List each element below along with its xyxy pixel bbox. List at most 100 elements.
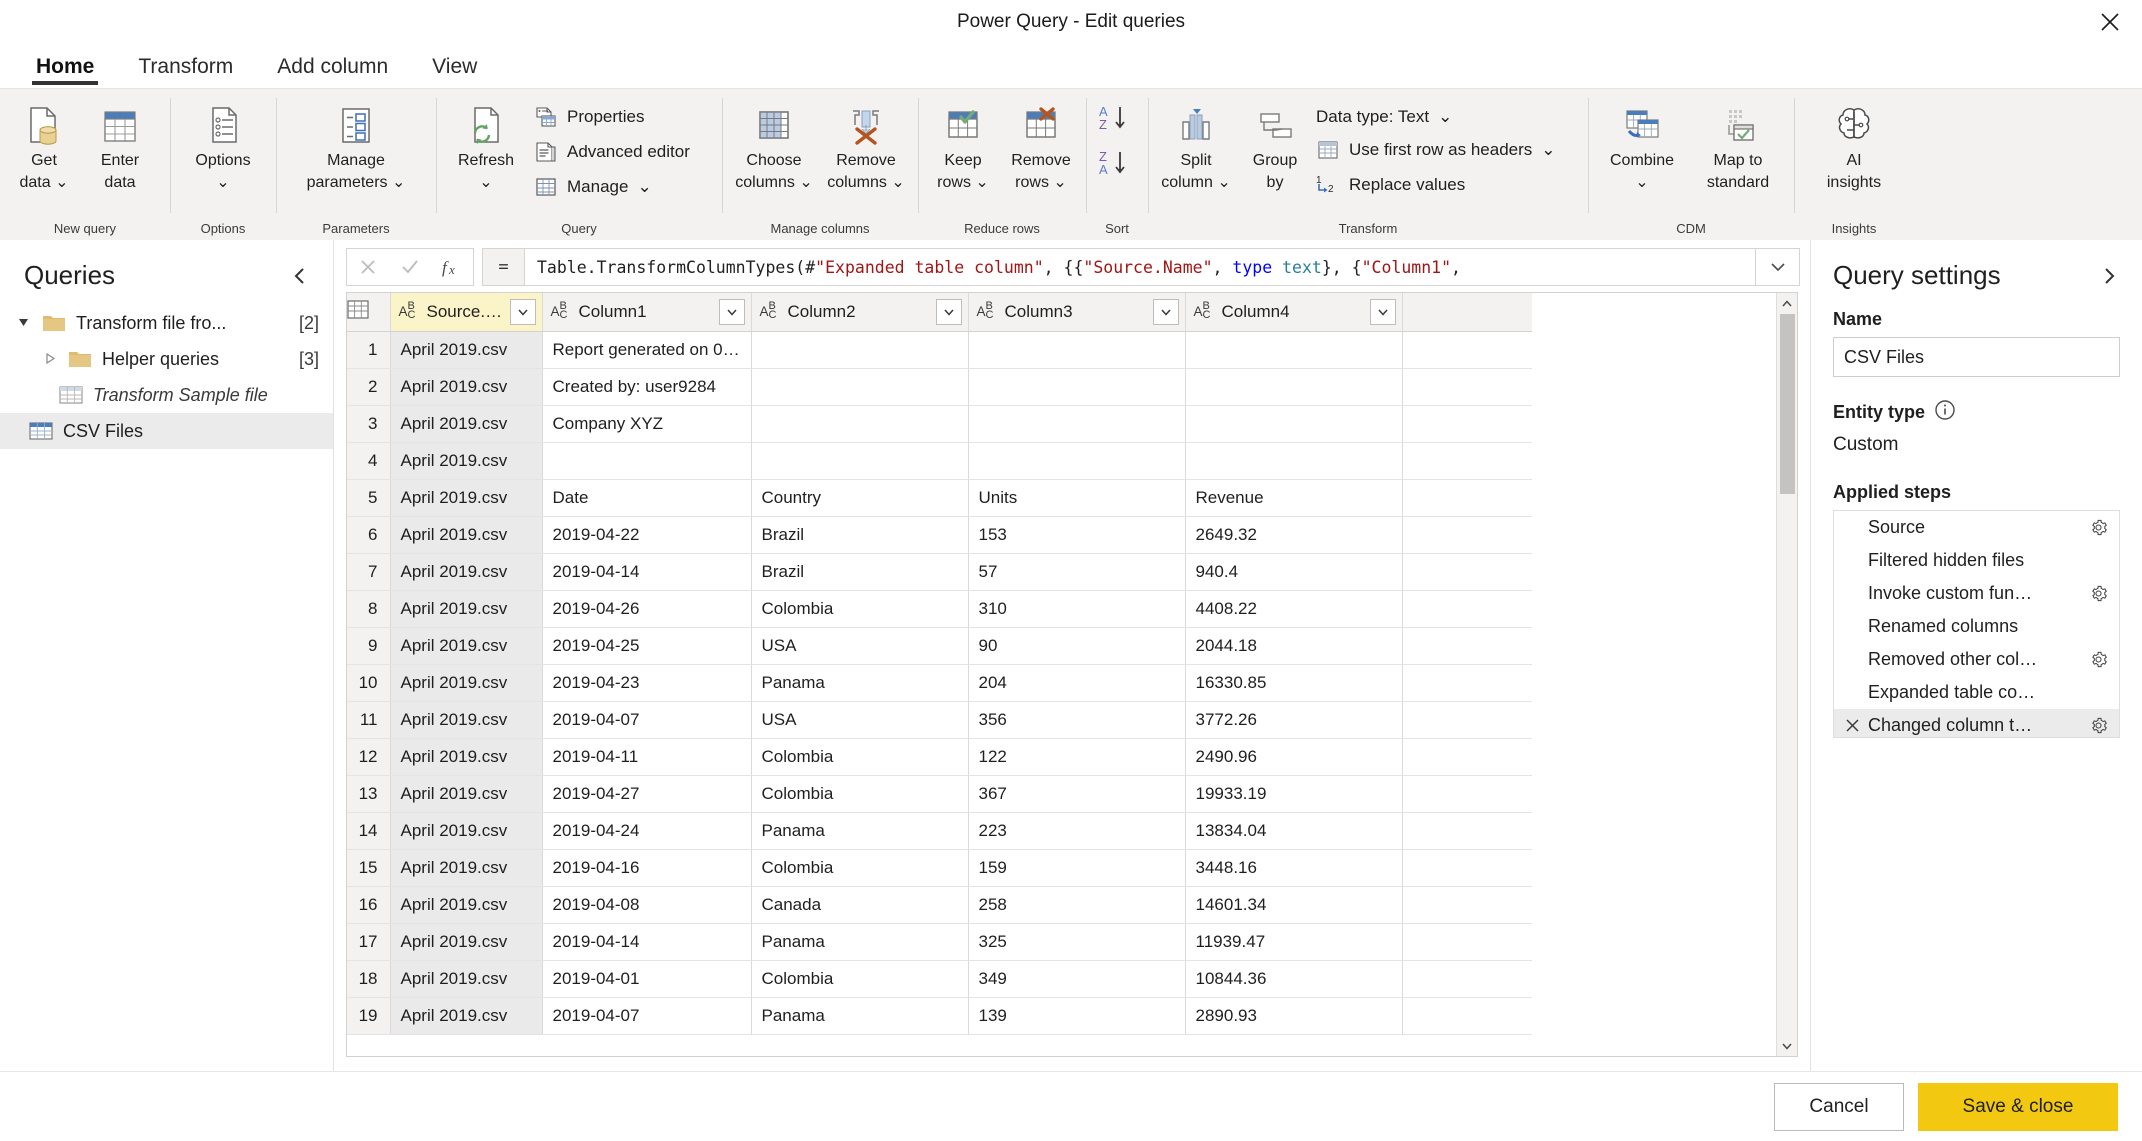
delete-step-button[interactable] bbox=[1840, 718, 1864, 733]
grid-cell[interactable]: 153 bbox=[968, 516, 1186, 554]
grid-vertical-scrollbar[interactable] bbox=[1776, 293, 1797, 1056]
table-row[interactable]: 1April 2019.csvReport generated on 01-01… bbox=[347, 331, 1532, 369]
table-row[interactable]: 14 April 2019.csv 2019-04-24 Panama 223 13834… bbox=[347, 812, 1532, 850]
grid-cell[interactable]: 3772.26 bbox=[1185, 701, 1403, 739]
grid-cell[interactable]: 2019-04-01 bbox=[542, 960, 752, 998]
grid-cell[interactable]: April 2019.csv bbox=[390, 516, 543, 554]
grid-cell[interactable]: 2490.96 bbox=[1185, 738, 1403, 776]
grid-cell[interactable] bbox=[751, 368, 969, 406]
grid-cell[interactable]: April 2019.csv bbox=[390, 997, 543, 1035]
grid-cell[interactable]: 2019-04-07 bbox=[542, 701, 752, 739]
formula-expand-button[interactable] bbox=[1756, 248, 1800, 286]
formula-input[interactable]: Table.TransformColumnTypes(#"Expanded ta… bbox=[524, 248, 1756, 286]
table-row[interactable]: 11 April 2019.csv 2019-04-07 USA 356 3772.26 bbox=[347, 701, 1532, 739]
grid-cell[interactable]: 356 bbox=[968, 701, 1186, 739]
grid-cell[interactable]: 2044.18 bbox=[1185, 627, 1403, 665]
enter-data-button[interactable]: Enter data bbox=[82, 98, 158, 192]
grid-cell[interactable]: 13834.04 bbox=[1185, 812, 1403, 850]
tab-view[interactable]: View bbox=[414, 52, 495, 88]
grid-cell[interactable]: Report generated on 01-01-20… bbox=[542, 331, 752, 369]
query-item-transform-sample-file[interactable]: Transform Sample file bbox=[0, 377, 333, 413]
grid-cell[interactable]: Colombia bbox=[751, 590, 969, 628]
grid-cell[interactable] bbox=[968, 368, 1186, 406]
table-row[interactable]: 10 April 2019.csv 2019-04-23 Panama 204 16330… bbox=[347, 664, 1532, 702]
query-item-csv-files[interactable]: CSV Files bbox=[0, 413, 333, 449]
remove-columns-button[interactable]: Remove columns ⌄ bbox=[820, 98, 912, 192]
grid-cell[interactable]: 19933.19 bbox=[1185, 775, 1403, 813]
grid-cell[interactable]: 2019-04-14 bbox=[542, 923, 752, 961]
grid-column-header-source-name[interactable]: ABC Source.Name bbox=[390, 293, 543, 332]
grid-cell[interactable]: 10844.36 bbox=[1185, 960, 1403, 998]
grid-cell[interactable]: 122 bbox=[968, 738, 1186, 776]
grid-column-header-column2[interactable]: ABC Column2 bbox=[751, 293, 969, 332]
twisty-expanded-icon[interactable] bbox=[16, 317, 32, 329]
grid-cell[interactable]: April 2019.csv bbox=[390, 812, 543, 850]
grid-cell[interactable]: 90 bbox=[968, 627, 1186, 665]
remove-rows-button[interactable]: Remove rows ⌄ bbox=[1002, 98, 1080, 192]
table-row[interactable]: 19 April 2019.csv 2019-04-07 Panama 139 2890.… bbox=[347, 997, 1532, 1035]
grid-cell[interactable]: 2019-04-25 bbox=[542, 627, 752, 665]
grid-cell[interactable]: April 2019.csv bbox=[390, 627, 543, 665]
grid-cell[interactable]: USA bbox=[751, 627, 969, 665]
data-type-button[interactable]: Data type: Text ⌄ bbox=[1312, 104, 1564, 130]
scroll-up-button[interactable] bbox=[1777, 293, 1798, 314]
grid-cell[interactable]: April 2019.csv bbox=[390, 775, 543, 813]
grid-cell[interactable]: 2019-04-08 bbox=[542, 886, 752, 924]
grid-column-header-column1[interactable]: ABC Column1 bbox=[542, 293, 752, 332]
grid-cell[interactable] bbox=[968, 405, 1186, 443]
grid-cell[interactable]: 14601.34 bbox=[1185, 886, 1403, 924]
grid-cell[interactable]: 16330.85 bbox=[1185, 664, 1403, 702]
step-settings-gear-button[interactable] bbox=[2085, 519, 2111, 536]
grid-cell[interactable]: 159 bbox=[968, 849, 1186, 887]
grid-cell[interactable]: Panama bbox=[751, 812, 969, 850]
query-item-helper-queries[interactable]: Helper queries [3] bbox=[0, 341, 333, 377]
grid-cell[interactable]: April 2019.csv bbox=[390, 849, 543, 887]
grid-cell[interactable]: April 2019.csv bbox=[390, 590, 543, 628]
column-filter-button-column4[interactable] bbox=[1369, 298, 1396, 325]
manage-button[interactable]: Manage ⌄ bbox=[530, 172, 698, 202]
grid-cell[interactable] bbox=[1185, 368, 1403, 406]
grid-cell[interactable]: 940.4 bbox=[1185, 553, 1403, 591]
grid-cell[interactable]: Company XYZ bbox=[542, 405, 752, 443]
ai-insights-button[interactable]: AI insights bbox=[1805, 98, 1903, 192]
grid-cell[interactable]: 367 bbox=[968, 775, 1186, 813]
twisty-collapsed-icon[interactable] bbox=[42, 353, 58, 365]
grid-cell[interactable] bbox=[1185, 442, 1403, 480]
formula-cancel-button[interactable] bbox=[347, 249, 389, 285]
grid-cell[interactable]: 2019-04-26 bbox=[542, 590, 752, 628]
replace-values-button[interactable]: 1 2 Replace values bbox=[1312, 170, 1564, 200]
advanced-editor-button[interactable]: Advanced editor bbox=[530, 137, 698, 167]
tab-home[interactable]: Home bbox=[18, 52, 112, 88]
cancel-button[interactable]: Cancel bbox=[1774, 1082, 1904, 1131]
grid-cell[interactable]: April 2019.csv bbox=[390, 738, 543, 776]
grid-cell[interactable]: April 2019.csv bbox=[390, 553, 543, 591]
grid-cell[interactable]: Canada bbox=[751, 886, 969, 924]
grid-column-header-column4[interactable]: ABC Column4 bbox=[1185, 293, 1403, 332]
table-row[interactable]: 9 April 2019.csv 2019-04-25 USA 90 2044.18 bbox=[347, 627, 1532, 665]
column-filter-button-column2[interactable] bbox=[935, 298, 962, 325]
grid-cell[interactable] bbox=[751, 442, 969, 480]
applied-step-item[interactable]: Source bbox=[1834, 511, 2119, 544]
grid-cell[interactable]: Panama bbox=[751, 664, 969, 702]
grid-cell[interactable]: April 2019.csv bbox=[390, 331, 543, 369]
grid-cell[interactable]: 2019-04-24 bbox=[542, 812, 752, 850]
grid-cell[interactable]: 2019-04-11 bbox=[542, 738, 752, 776]
column-filter-button-column3[interactable] bbox=[1152, 298, 1179, 325]
grid-cell[interactable]: Colombia bbox=[751, 775, 969, 813]
grid-cell[interactable] bbox=[1185, 405, 1403, 443]
grid-cell[interactable]: 2019-04-22 bbox=[542, 516, 752, 554]
grid-cell[interactable]: 57 bbox=[968, 553, 1186, 591]
formula-fx-button[interactable]: f x bbox=[431, 249, 473, 285]
grid-cell[interactable]: Brazil bbox=[751, 553, 969, 591]
grid-cell[interactable]: April 2019.csv bbox=[390, 405, 543, 443]
table-row[interactable]: 2 April 2019.csv Created by: user9284 bbox=[347, 368, 1532, 406]
grid-cell[interactable]: April 2019.csv bbox=[390, 701, 543, 739]
map-to-standard-button[interactable]: Map to standard bbox=[1689, 98, 1787, 192]
step-settings-gear-button[interactable] bbox=[2085, 717, 2111, 734]
grid-cell[interactable]: 11939.47 bbox=[1185, 923, 1403, 961]
grid-column-header-column3[interactable]: ABC Column3 bbox=[968, 293, 1186, 332]
grid-cell[interactable]: Colombia bbox=[751, 960, 969, 998]
grid-cell[interactable]: 2019-04-14 bbox=[542, 553, 752, 591]
grid-cell[interactable]: USA bbox=[751, 701, 969, 739]
table-row[interactable]: 5 April 2019.csv Date Country Units Revenue bbox=[347, 479, 1532, 517]
